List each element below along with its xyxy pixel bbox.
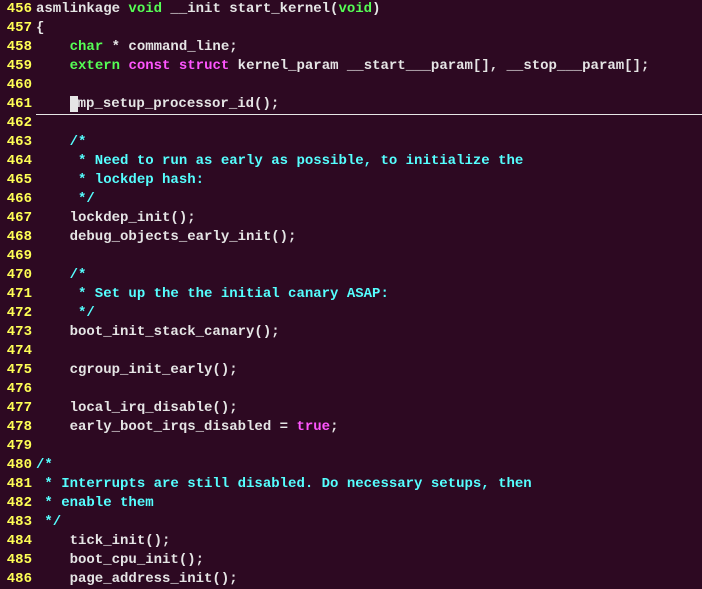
- code-line[interactable]: 483 */: [0, 513, 702, 532]
- code-content[interactable]: /*: [36, 133, 702, 152]
- line-number: 476: [0, 380, 36, 399]
- line-number: 457: [0, 19, 36, 38]
- code-content[interactable]: */: [36, 304, 702, 323]
- code-content[interactable]: */: [36, 190, 702, 209]
- code-content[interactable]: cgroup_init_early();: [36, 361, 702, 380]
- line-number: 475: [0, 361, 36, 380]
- code-content[interactable]: * lockdep hash:: [36, 171, 702, 190]
- code-content[interactable]: local_irq_disable();: [36, 399, 702, 418]
- code-content[interactable]: [36, 114, 702, 133]
- code-line[interactable]: 476: [0, 380, 702, 399]
- code-line[interactable]: 471 * Set up the the initial canary ASAP…: [0, 285, 702, 304]
- code-content[interactable]: asmlinkage void __init start_kernel(void…: [36, 0, 702, 19]
- code-line[interactable]: 460: [0, 76, 702, 95]
- code-content[interactable]: [36, 380, 702, 399]
- line-number: 460: [0, 76, 36, 95]
- line-number: 459: [0, 57, 36, 76]
- code-content[interactable]: mp_setup_processor_id();: [36, 95, 702, 114]
- code-line[interactable]: 479: [0, 437, 702, 456]
- code-line[interactable]: 468 debug_objects_early_init();: [0, 228, 702, 247]
- code-line[interactable]: 458 char * command_line;: [0, 38, 702, 57]
- code-line[interactable]: 478 early_boot_irqs_disabled = true;: [0, 418, 702, 437]
- code-content[interactable]: page_address_init();: [36, 570, 702, 589]
- code-line[interactable]: 472 */: [0, 304, 702, 323]
- code-line[interactable]: 485 boot_cpu_init();: [0, 551, 702, 570]
- code-content[interactable]: boot_cpu_init();: [36, 551, 702, 570]
- code-line[interactable]: 461 mp_setup_processor_id();: [0, 95, 702, 114]
- code-line[interactable]: 459 extern const struct kernel_param __s…: [0, 57, 702, 76]
- line-number: 463: [0, 133, 36, 152]
- code-content[interactable]: /*: [36, 266, 702, 285]
- code-content[interactable]: * Need to run as early as possible, to i…: [36, 152, 702, 171]
- line-number: 469: [0, 247, 36, 266]
- code-content[interactable]: boot_init_stack_canary();: [36, 323, 702, 342]
- code-content[interactable]: * Interrupts are still disabled. Do nece…: [36, 475, 702, 494]
- code-line[interactable]: 466 */: [0, 190, 702, 209]
- line-number: 468: [0, 228, 36, 247]
- line-number: 478: [0, 418, 36, 437]
- code-line[interactable]: 463 /*: [0, 133, 702, 152]
- code-content[interactable]: * Set up the the initial canary ASAP:: [36, 285, 702, 304]
- cursor: [70, 96, 78, 112]
- code-line[interactable]: 465 * lockdep hash:: [0, 171, 702, 190]
- line-number: 466: [0, 190, 36, 209]
- line-number: 485: [0, 551, 36, 570]
- code-line[interactable]: 484 tick_init();: [0, 532, 702, 551]
- line-number: 472: [0, 304, 36, 323]
- code-content[interactable]: debug_objects_early_init();: [36, 228, 702, 247]
- line-number: 484: [0, 532, 36, 551]
- code-line[interactable]: 477 local_irq_disable();: [0, 399, 702, 418]
- line-number: 465: [0, 171, 36, 190]
- line-number: 456: [0, 0, 36, 19]
- line-number: 483: [0, 513, 36, 532]
- line-number: 477: [0, 399, 36, 418]
- code-line[interactable]: 475 cgroup_init_early();: [0, 361, 702, 380]
- line-number: 461: [0, 95, 36, 114]
- line-number: 473: [0, 323, 36, 342]
- code-line[interactable]: 457{: [0, 19, 702, 38]
- code-content[interactable]: [36, 76, 702, 95]
- line-number: 464: [0, 152, 36, 171]
- code-line[interactable]: 473 boot_init_stack_canary();: [0, 323, 702, 342]
- code-line[interactable]: 462: [0, 114, 702, 133]
- code-content[interactable]: lockdep_init();: [36, 209, 702, 228]
- line-number: 480: [0, 456, 36, 475]
- code-content[interactable]: char * command_line;: [36, 38, 702, 57]
- line-number: 458: [0, 38, 36, 57]
- code-line[interactable]: 474: [0, 342, 702, 361]
- code-line[interactable]: 486 page_address_init();: [0, 570, 702, 589]
- code-line[interactable]: 467 lockdep_init();: [0, 209, 702, 228]
- code-line[interactable]: 480/*: [0, 456, 702, 475]
- line-number: 482: [0, 494, 36, 513]
- code-content[interactable]: [36, 342, 702, 361]
- line-number: 462: [0, 114, 36, 133]
- code-line[interactable]: 482 * enable them: [0, 494, 702, 513]
- code-content[interactable]: early_boot_irqs_disabled = true;: [36, 418, 702, 437]
- line-number: 474: [0, 342, 36, 361]
- code-content[interactable]: {: [36, 19, 702, 38]
- code-line[interactable]: 469: [0, 247, 702, 266]
- code-line[interactable]: 456asmlinkage void __init start_kernel(v…: [0, 0, 702, 19]
- code-content[interactable]: /*: [36, 456, 702, 475]
- code-content[interactable]: */: [36, 513, 702, 532]
- code-line[interactable]: 470 /*: [0, 266, 702, 285]
- code-editor[interactable]: 456asmlinkage void __init start_kernel(v…: [0, 0, 702, 589]
- line-number: 486: [0, 570, 36, 589]
- code-line[interactable]: 464 * Need to run as early as possible, …: [0, 152, 702, 171]
- line-number: 470: [0, 266, 36, 285]
- line-number: 479: [0, 437, 36, 456]
- code-content[interactable]: [36, 247, 702, 266]
- line-number: 471: [0, 285, 36, 304]
- code-line[interactable]: 481 * Interrupts are still disabled. Do …: [0, 475, 702, 494]
- code-content[interactable]: [36, 437, 702, 456]
- line-number: 467: [0, 209, 36, 228]
- line-number: 481: [0, 475, 36, 494]
- code-content[interactable]: extern const struct kernel_param __start…: [36, 57, 702, 76]
- code-content[interactable]: * enable them: [36, 494, 702, 513]
- code-content[interactable]: tick_init();: [36, 532, 702, 551]
